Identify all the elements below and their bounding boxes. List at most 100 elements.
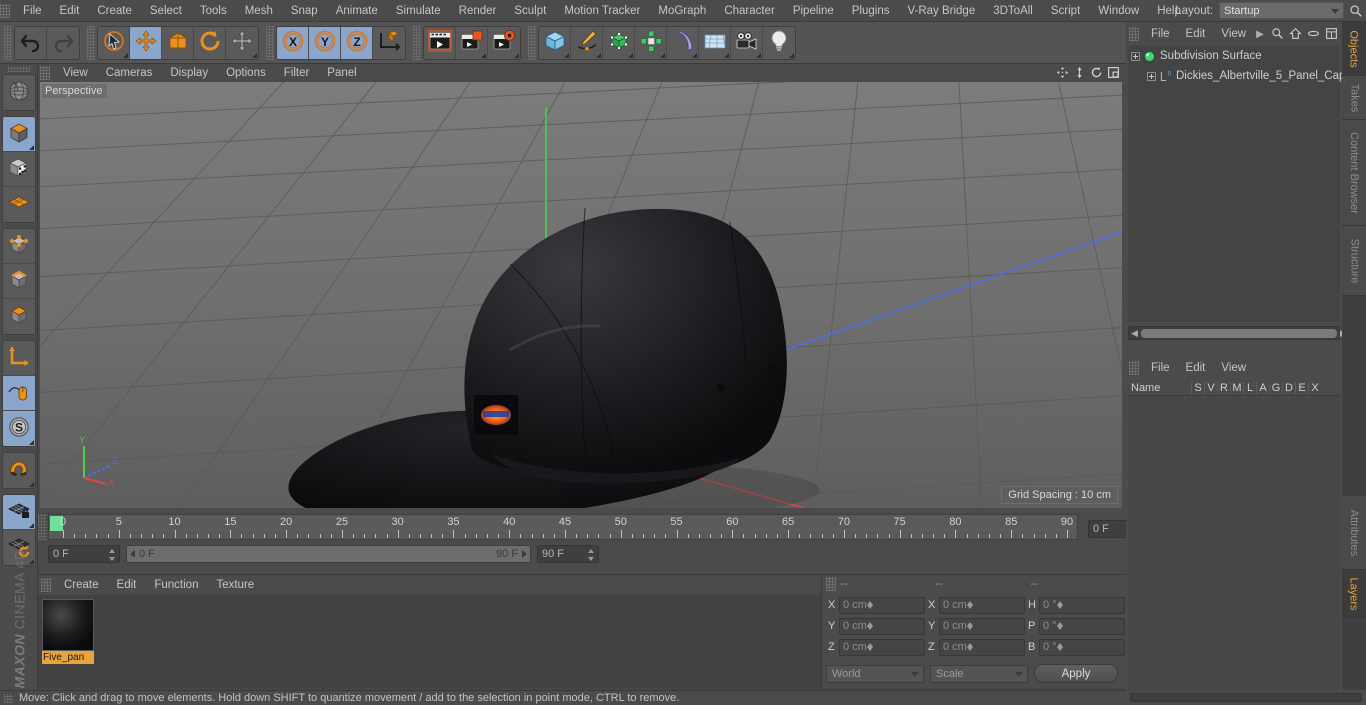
timeline-range-bar[interactable]: 0 F 90 F (126, 545, 531, 563)
menu-item-animate[interactable]: Animate (327, 0, 387, 22)
pos-z-stepper[interactable] (866, 643, 873, 651)
live-selection-button[interactable] (98, 26, 130, 59)
object-menu-edit[interactable]: Edit (1178, 24, 1214, 44)
soft-selection-button[interactable]: S (2, 411, 35, 446)
edges-mode-button[interactable] (2, 264, 35, 299)
menu-item-render[interactable]: Render (450, 0, 506, 22)
menu-item-snap[interactable]: Snap (282, 0, 327, 22)
menu-item-window[interactable]: Window (1089, 0, 1148, 22)
spline-pen-button[interactable] (571, 26, 603, 59)
menu-item-simulate[interactable]: Simulate (387, 0, 450, 22)
material-preview[interactable] (42, 599, 94, 651)
menu-item-3dtoall[interactable]: 3DToAll (984, 0, 1042, 22)
current-frame-field[interactable]: 0 F (48, 545, 120, 563)
menu-item-character[interactable]: Character (715, 0, 784, 22)
menu-item-v-ray-bridge[interactable]: V-Ray Bridge (898, 0, 984, 22)
vtab-content-browser[interactable]: Content Browser (1342, 120, 1366, 226)
cube-primitive-button[interactable] (539, 26, 571, 59)
layer-column-m[interactable]: M (1230, 381, 1243, 394)
material-menu-create[interactable]: Create (55, 575, 108, 595)
pos-x-field[interactable]: 0 cm (839, 596, 925, 614)
toolbar-gripper-3[interactable] (413, 25, 421, 60)
menubar-gripper[interactable] (0, 3, 10, 18)
size-x-field[interactable]: 0 cm (939, 596, 1025, 614)
axis-z-button[interactable]: Z (341, 26, 373, 59)
menu-item-sculpt[interactable]: Sculpt (505, 0, 555, 22)
bend-deformer-button[interactable] (667, 26, 699, 59)
rotate-button[interactable] (194, 26, 226, 59)
viewport-3d-canvas[interactable]: Perspective Grid Spacing : 10 cm Y Z X (40, 82, 1122, 508)
viewport-menu-display[interactable]: Display (161, 64, 217, 82)
layer-menu-view[interactable]: View (1213, 358, 1254, 378)
object-manager-hscrollbar[interactable]: ◀ ▶ (1128, 326, 1347, 340)
layer-column-r[interactable]: R (1217, 381, 1230, 394)
pos-z-field[interactable]: 0 cm (839, 638, 925, 656)
rot-h-field[interactable]: 0 ° (1039, 596, 1125, 614)
material-menu-edit[interactable]: Edit (108, 575, 146, 595)
scroll-left-arrow-icon[interactable]: ◀ (1131, 328, 1138, 339)
viewport-menu-options[interactable]: Options (217, 64, 275, 82)
material-gripper[interactable] (41, 578, 51, 592)
pos-x-stepper[interactable] (866, 601, 873, 609)
vtab-attributes[interactable]: Attributes (1342, 496, 1366, 570)
layer-menu-edit[interactable]: Edit (1178, 358, 1214, 378)
object-tree-row[interactable]: Subdivision Surface (1128, 46, 1340, 66)
layer-manager-gripper[interactable] (1129, 361, 1139, 375)
rot-p-stepper[interactable] (1056, 622, 1063, 630)
axis-x-button[interactable]: X (277, 26, 309, 59)
viewport-solo-button[interactable] (2, 376, 35, 411)
coordinate-system-dropdown[interactable]: World (826, 664, 924, 683)
camera-button[interactable] (731, 26, 763, 59)
light-button[interactable] (763, 26, 795, 59)
vtab-structure[interactable]: Structure (1342, 226, 1366, 296)
toolbar-gripper-0[interactable] (4, 25, 12, 60)
layer-column-s[interactable]: S (1191, 381, 1204, 394)
material-menu-function[interactable]: Function (145, 575, 207, 595)
current-frame-stepper[interactable] (109, 549, 116, 561)
render-settings-button[interactable] (488, 26, 520, 59)
viewport-maximize-icon[interactable] (1107, 66, 1120, 79)
object-tree-row[interactable]: 0 Dickies_Albertville_5_Panel_Cap_ (1128, 66, 1352, 86)
model-mode-button[interactable] (2, 117, 35, 152)
render-view-button[interactable] (424, 26, 456, 59)
home-icon[interactable] (1289, 27, 1302, 40)
pos-y-stepper[interactable] (866, 622, 873, 630)
points-mode-button[interactable] (2, 229, 35, 264)
timeline-ruler[interactable]: 0 5 10 15 20 25 30 35 40 45 50 55 60 65 70 75 80 85 90 (48, 514, 1078, 540)
range-left-arrow-icon[interactable] (130, 550, 135, 558)
layout-dropdown[interactable]: Startup (1219, 2, 1344, 19)
fit-icon[interactable] (1325, 27, 1338, 40)
search-icon[interactable] (1271, 27, 1284, 40)
rot-b-stepper[interactable] (1056, 643, 1063, 651)
max-frame-field[interactable]: 90 F (537, 545, 599, 563)
menu-item-select[interactable]: Select (141, 0, 191, 22)
scale-button[interactable] (162, 26, 194, 59)
menu-item-pipeline[interactable]: Pipeline (784, 0, 843, 22)
max-frame-stepper[interactable] (588, 549, 595, 561)
rot-h-stepper[interactable] (1056, 601, 1063, 609)
layer-menu-file[interactable]: File (1143, 358, 1178, 378)
viewport-menu-cameras[interactable]: Cameras (97, 64, 162, 82)
undo-button[interactable] (15, 26, 47, 59)
viewport-rotate-icon[interactable] (1090, 66, 1103, 79)
viewport-zoom-icon[interactable] (1073, 66, 1086, 79)
apply-button[interactable]: Apply (1034, 664, 1118, 683)
redo-button[interactable] (47, 26, 79, 59)
layer-column-d[interactable]: D (1282, 381, 1295, 394)
layer-column-g[interactable]: G (1269, 381, 1282, 394)
object-manager-gripper[interactable] (1129, 27, 1139, 41)
size-z-stepper[interactable] (966, 643, 973, 651)
pos-y-field[interactable]: 0 cm (839, 617, 925, 635)
nurbs-button[interactable] (603, 26, 635, 59)
menu-item-script[interactable]: Script (1042, 0, 1089, 22)
layer-column-v[interactable]: V (1204, 381, 1217, 394)
rot-b-field[interactable]: 0 ° (1039, 638, 1125, 656)
size-y-field[interactable]: 0 cm (939, 617, 1025, 635)
magnet-button[interactable] (2, 453, 35, 488)
menu-item-plugins[interactable]: Plugins (843, 0, 899, 22)
scroll-thumb[interactable] (1140, 328, 1337, 338)
texture-mode-button[interactable] (2, 152, 35, 187)
polygons-mode-button[interactable] (2, 299, 35, 334)
viewport-menu-view[interactable]: View (54, 64, 97, 82)
coordinate-gripper[interactable] (826, 577, 836, 591)
